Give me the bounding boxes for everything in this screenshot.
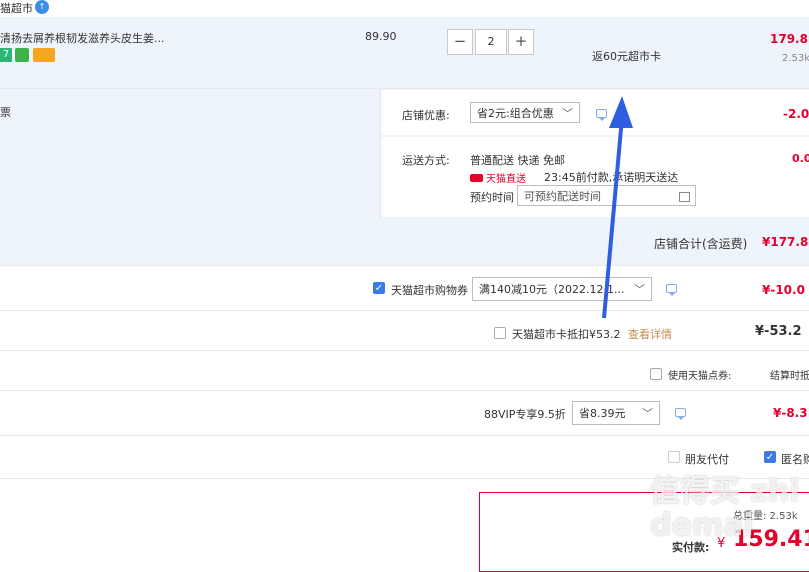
arrow-shaft — [602, 117, 624, 319]
arrow-head — [609, 96, 633, 128]
annotation-arrow — [602, 96, 633, 319]
